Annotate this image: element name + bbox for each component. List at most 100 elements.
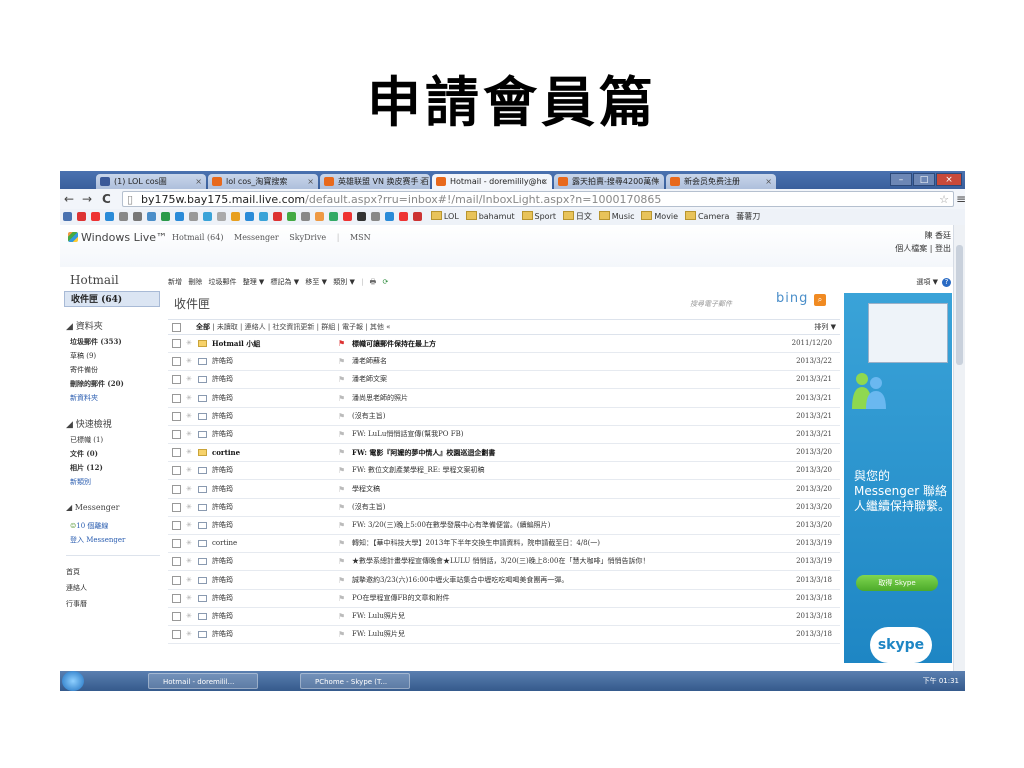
mail-row[interactable]: ✳ 許皓筠 ⚑ (沒有主旨) 2013/3/21	[168, 408, 840, 426]
filter-all[interactable]: 全部	[196, 323, 210, 331]
sweep-icon[interactable]: ✳	[186, 371, 192, 388]
row-checkbox[interactable]	[172, 339, 181, 348]
bookmark-folder[interactable]: Sport	[521, 209, 556, 225]
filter-other[interactable]: 其他	[370, 323, 384, 331]
sidebar-item-drafts[interactable]: 草稿 (9)	[70, 351, 96, 361]
row-checkbox[interactable]	[172, 393, 181, 403]
mail-row[interactable]: ✳ 許皓筠 ⚑ FW: LuLu悄悄話宣傳(幫我PO FB) 2013/3/21	[168, 426, 840, 444]
sidebar-item-documents[interactable]: 文件 (0)	[70, 449, 98, 459]
flag-icon[interactable]: ⚑	[338, 462, 345, 479]
flag-icon[interactable]: ⚑	[338, 535, 345, 552]
tab-hotmail[interactable]: Hotmail - doremilily@hc ×	[432, 174, 552, 189]
sweep-icon[interactable]: ✳	[186, 444, 192, 461]
delete-button[interactable]: 刪除	[188, 278, 202, 286]
select-all-checkbox[interactable]	[172, 323, 181, 332]
bookmark-folder[interactable]: LOL	[430, 209, 459, 225]
refresh-icon[interactable]: ⟳	[383, 278, 389, 286]
close-tab-icon[interactable]: ×	[307, 174, 314, 189]
close-window-button[interactable]: ×	[936, 173, 962, 186]
mark-as-button[interactable]: 標記為 ▼	[271, 278, 300, 286]
bookmark-icon[interactable]	[287, 212, 296, 221]
vertical-scrollbar[interactable]	[953, 225, 965, 671]
flag-icon[interactable]: ⚑	[338, 481, 345, 498]
mail-row[interactable]: ✳ cortine ⚑ 轉知：【華中科技大學】2013年下半年交換生申請資料，院申請截…	[168, 535, 840, 554]
quick-views-heading[interactable]: ◢ 快速檢視	[66, 417, 112, 430]
flag-icon[interactable]: ⚑	[338, 408, 345, 425]
sidebar-item-offline[interactable]: ☺10 個離線	[70, 521, 108, 531]
sweep-button[interactable]: 整理 ▼	[243, 278, 265, 286]
tab-ruten[interactable]: 露天拍賣-搜尋4200萬件 ×	[554, 174, 664, 189]
sweep-icon[interactable]: ✳	[186, 335, 192, 352]
sidebar-item-new-folder[interactable]: 新資料夾	[70, 393, 98, 403]
sweep-icon[interactable]: ✳	[186, 590, 192, 607]
sweep-icon[interactable]: ✳	[186, 408, 192, 425]
close-tab-icon[interactable]: ×	[653, 174, 660, 189]
mail-row[interactable]: ✳ 許皓筠 ⚑ PO在學程宣傳FB的文章和附件 2013/3/18	[168, 590, 840, 608]
mail-row[interactable]: ✳ 許皓筠 ⚑ (沒有主旨) 2013/3/20	[168, 499, 840, 517]
sweep-icon[interactable]: ✳	[186, 553, 192, 570]
row-checkbox[interactable]	[172, 357, 181, 367]
taskbar-item-skype[interactable]: PChome - Skype (T...	[300, 673, 410, 689]
user-name[interactable]: 陳 香廷	[895, 229, 951, 242]
options-menu[interactable]: 選項 ▼?	[916, 277, 951, 287]
start-button[interactable]	[62, 671, 84, 691]
mail-row[interactable]: ✳ 許皓筠 ⚑ FW: Lulu照片兒 2013/3/18	[168, 626, 840, 645]
mail-row[interactable]: ✳ 許皓筠 ⚑ ★數學系總計畫學程宣傳晚會★LULU 悄悄話，3/20(三)晚上8:0…	[168, 553, 840, 572]
mail-row[interactable]: ✳ 許皓筠 ⚑ 潘尚思老師的照片 2013/3/21	[168, 390, 840, 408]
filter-collapse[interactable]: «	[386, 323, 390, 331]
link-skydrive[interactable]: SkyDrive	[289, 233, 326, 242]
row-checkbox[interactable]	[172, 430, 181, 439]
close-tab-icon[interactable]: ×	[195, 174, 202, 189]
sweep-icon[interactable]: ✳	[186, 517, 192, 534]
row-checkbox[interactable]	[172, 557, 181, 567]
filter-groups[interactable]: 群組	[321, 323, 335, 331]
messenger-ad[interactable]: 與您的 Messenger 聯絡人繼續保持聯繫。 取得 Skype skype	[844, 293, 952, 663]
reload-icon[interactable]: C	[102, 191, 111, 207]
row-checkbox[interactable]	[172, 411, 181, 421]
new-button[interactable]: 新增	[168, 278, 182, 286]
bookmark-icon[interactable]	[329, 212, 338, 221]
sidebar-item-calendar[interactable]: 行事曆	[66, 599, 87, 609]
bookmark-icon[interactable]	[245, 212, 254, 221]
bookmark-folder[interactable]: Camera	[684, 209, 729, 225]
sweep-icon[interactable]: ✳	[186, 390, 192, 407]
bookmark-icon[interactable]	[133, 212, 142, 221]
address-bar[interactable]: ▯ by175w.bay175.mail.live.com/default.as…	[122, 191, 954, 207]
mail-row[interactable]: ✳ 許皓筠 ⚑ 誠摯邀約3/23(六)16:00中壢火車站集合中壢吃吃喝喝美食團再一彈…	[168, 572, 840, 590]
junk-button[interactable]: 垃圾郵件	[208, 278, 236, 286]
mail-row[interactable]: ✳ 許皓筠 ⚑ 潘老師文案 2013/3/21	[168, 371, 840, 390]
tab-league[interactable]: 英雄联盟 VN 换皮赛手 百 ×	[320, 174, 430, 189]
get-skype-button[interactable]: 取得 Skype	[856, 575, 938, 591]
search-icon[interactable]: ⌕	[814, 294, 826, 306]
scrollbar-thumb[interactable]	[956, 245, 963, 365]
bookmark-icon[interactable]	[63, 212, 72, 221]
mail-row[interactable]: ✳ cortine ⚑ FW: 電影『阿嬤的夢中情人』校園巡迴企劃書 2013/3/20	[168, 444, 840, 463]
tab-register[interactable]: 新会员免费注册 ×	[666, 174, 776, 189]
mail-row[interactable]: ✳ 許皓筠 ⚑ FW: 數位文創產業學程_RE: 學程文案初稿 2013/3/20	[168, 462, 840, 481]
bookmark-icon[interactable]	[385, 212, 394, 221]
bookmark-icon[interactable]	[105, 212, 114, 221]
row-checkbox[interactable]	[172, 448, 181, 458]
flag-icon[interactable]: ⚑	[338, 572, 345, 589]
flag-icon[interactable]: ⚑	[338, 608, 345, 625]
row-checkbox[interactable]	[172, 612, 181, 621]
row-checkbox[interactable]	[172, 484, 181, 494]
link-msn[interactable]: MSN	[350, 233, 371, 242]
row-checkbox[interactable]	[172, 521, 181, 530]
close-tab-icon[interactable]: ×	[541, 174, 548, 189]
help-icon[interactable]: ?	[942, 278, 951, 287]
hotmail-title[interactable]: Hotmail	[70, 273, 119, 287]
maximize-button[interactable]: □	[913, 173, 935, 186]
sidebar-item-deleted[interactable]: 刪除的郵件 (20)	[70, 379, 124, 389]
sidebar-item-sent[interactable]: 寄件備份	[70, 365, 98, 375]
windows-live-logo[interactable]: Windows Live™	[68, 231, 167, 244]
bookmark-icon[interactable]	[203, 212, 212, 221]
sidebar-item-sign-in-messenger[interactable]: 登入 Messenger	[70, 535, 125, 545]
system-clock[interactable]: 下午 01:31	[923, 671, 959, 691]
flag-icon[interactable]: ⚑	[338, 353, 345, 370]
flag-icon[interactable]: ⚑	[338, 444, 345, 461]
flag-icon[interactable]: ⚑	[338, 517, 345, 534]
row-checkbox[interactable]	[172, 375, 181, 385]
row-checkbox[interactable]	[172, 630, 181, 640]
sweep-icon[interactable]: ✳	[186, 535, 192, 552]
